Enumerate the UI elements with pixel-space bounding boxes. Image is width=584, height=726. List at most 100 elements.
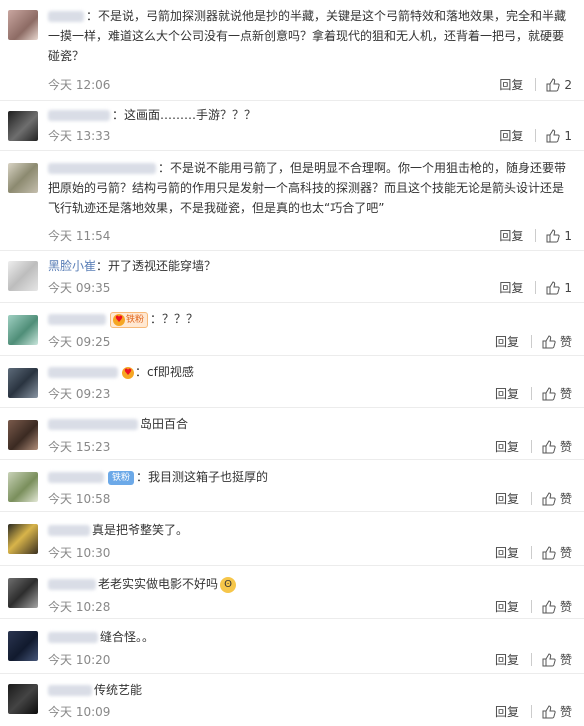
thumbs-up-icon [542,599,556,613]
comment-text: 岛田百合 [140,417,189,431]
like-label: 赞 [559,335,572,349]
like-count: 1 [564,128,572,143]
username-blurred[interactable] [48,367,118,378]
comment-time: 今天 09:25 [48,335,111,349]
avatar[interactable] [8,524,38,554]
reply-button[interactable]: 回复 [499,76,523,93]
comment-time: 今天 11:54 [48,229,111,243]
reply-button[interactable]: 回复 [495,544,519,561]
username-blurred[interactable] [48,579,96,590]
username-blurred[interactable] [48,11,84,22]
username-blurred[interactable] [48,525,90,536]
comment-time: 今天 15:23 [48,440,111,454]
like-button[interactable]: 赞 [542,703,572,720]
heart-icon: ♥ [113,313,125,326]
avatar[interactable] [8,261,38,291]
like-button[interactable]: 赞 [542,598,572,615]
like-button[interactable]: 赞 [542,490,572,507]
username-blurred[interactable] [48,110,110,121]
comment-item: ♥ 铁粉：？？？ 今天 09:25 回复 赞 [0,303,584,356]
reply-button[interactable]: 回复 [499,279,523,296]
like-button[interactable]: 1 [546,229,572,243]
avatar[interactable] [8,315,38,345]
reply-button[interactable]: 回复 [495,333,519,350]
reply-button[interactable]: 回复 [495,490,519,507]
like-label: 赞 [559,600,572,614]
comment-body: 黑脸小崔：开了透视还能穿墙？ [48,256,572,276]
thumbs-up-icon [542,334,556,348]
fan-badge: ♥ 铁粉 [110,311,149,328]
comment-actions: 回复 1 [499,279,572,296]
doge-emoji-icon: ʘ [220,576,237,593]
avatar[interactable] [8,578,38,608]
avatar[interactable] [8,163,38,193]
reply-button[interactable]: 回复 [495,598,519,615]
comment-time: 今天 10:20 [48,653,111,667]
username-blurred[interactable] [48,685,92,696]
like-count: 1 [564,280,572,295]
heart-badge-icon: ♥ [122,366,134,379]
like-button[interactable]: 赞 [542,544,572,561]
comment-actions: 回复 赞 [495,703,572,720]
comment-body: 传统艺能 [48,680,572,700]
divider [530,387,532,400]
like-button[interactable]: 赞 [542,651,572,668]
comment-time: 今天 09:35 [48,281,111,295]
thumbs-up-icon [542,491,556,505]
avatar[interactable] [8,10,38,40]
comment-item: ：不是说不能用弓箭了，但是明显不合理啊。你一个用狙击枪的，随身还要带把原始的弓箭… [0,151,584,251]
comment-time: 今天 10:09 [48,705,111,719]
username[interactable]: 黑脸小崔 [48,259,96,273]
avatar[interactable] [8,420,38,450]
avatar[interactable] [8,684,38,714]
comment-item: 缝合怪。。 今天 10:20 回复 赞 [0,619,584,674]
comment-item: 黑脸小崔：开了透视还能穿墙？ 今天 09:35 回复 1 [0,251,584,303]
thumbs-up-icon [546,77,561,91]
thumbs-up-icon [542,704,556,718]
username-blurred[interactable] [48,632,98,643]
divider [530,653,532,666]
comment-text: ：？？？ [150,312,199,326]
reply-button[interactable]: 回复 [499,127,523,144]
comment-text: 缝合怪。。 [100,630,155,644]
comment-item: 传统艺能 今天 10:09 回复 赞 [0,674,584,726]
like-label: 赞 [559,705,572,719]
comment-text: ：cf即视感 [135,365,194,379]
comment-text: ：这画面………手游？？？ [112,108,257,122]
reply-button[interactable]: 回复 [495,703,519,720]
like-button[interactable]: 1 [546,281,572,295]
fan-badge-label: 铁粉 [126,314,145,325]
comment-actions: 回复 赞 [495,544,572,561]
like-count: 1 [564,228,572,243]
username-blurred[interactable] [48,419,138,430]
comment-time: 今天 10:30 [48,546,111,560]
like-button[interactable]: 赞 [542,438,572,455]
comment-body: 老老实实做电影不好吗 ʘ [48,574,572,594]
divider [530,600,532,613]
like-label: 赞 [559,653,572,667]
reply-button[interactable]: 回复 [495,651,519,668]
like-button[interactable]: 1 [546,129,572,143]
comment-body: ：不是说，弓箭加探测器就说他是抄的半藏，关键是这个弓箭特效和落地效果，完全和半藏… [48,6,572,66]
reply-button[interactable]: 回复 [499,227,523,244]
like-label: 赞 [559,492,572,506]
username-blurred[interactable] [48,472,104,483]
username-blurred[interactable] [48,314,106,325]
reply-button[interactable]: 回复 [495,385,519,402]
avatar[interactable] [8,111,38,141]
username-blurred[interactable] [48,163,156,174]
comment-actions: 回复 赞 [495,490,572,507]
thumbs-up-icon [542,439,556,453]
like-label: 赞 [559,440,572,454]
reply-button[interactable]: 回复 [495,438,519,455]
avatar[interactable] [8,472,38,502]
avatar[interactable] [8,631,38,661]
like-button[interactable]: 赞 [542,333,572,350]
divider [535,229,537,242]
comment-time: 今天 13:33 [48,129,111,143]
like-button[interactable]: 2 [546,78,572,92]
avatar[interactable] [8,368,38,398]
like-button[interactable]: 赞 [542,385,572,402]
comment-body: ：这画面………手游？？？ [48,105,572,125]
comment-item: ♥ ：cf即视感 今天 09:23 回复 赞 [0,356,584,408]
